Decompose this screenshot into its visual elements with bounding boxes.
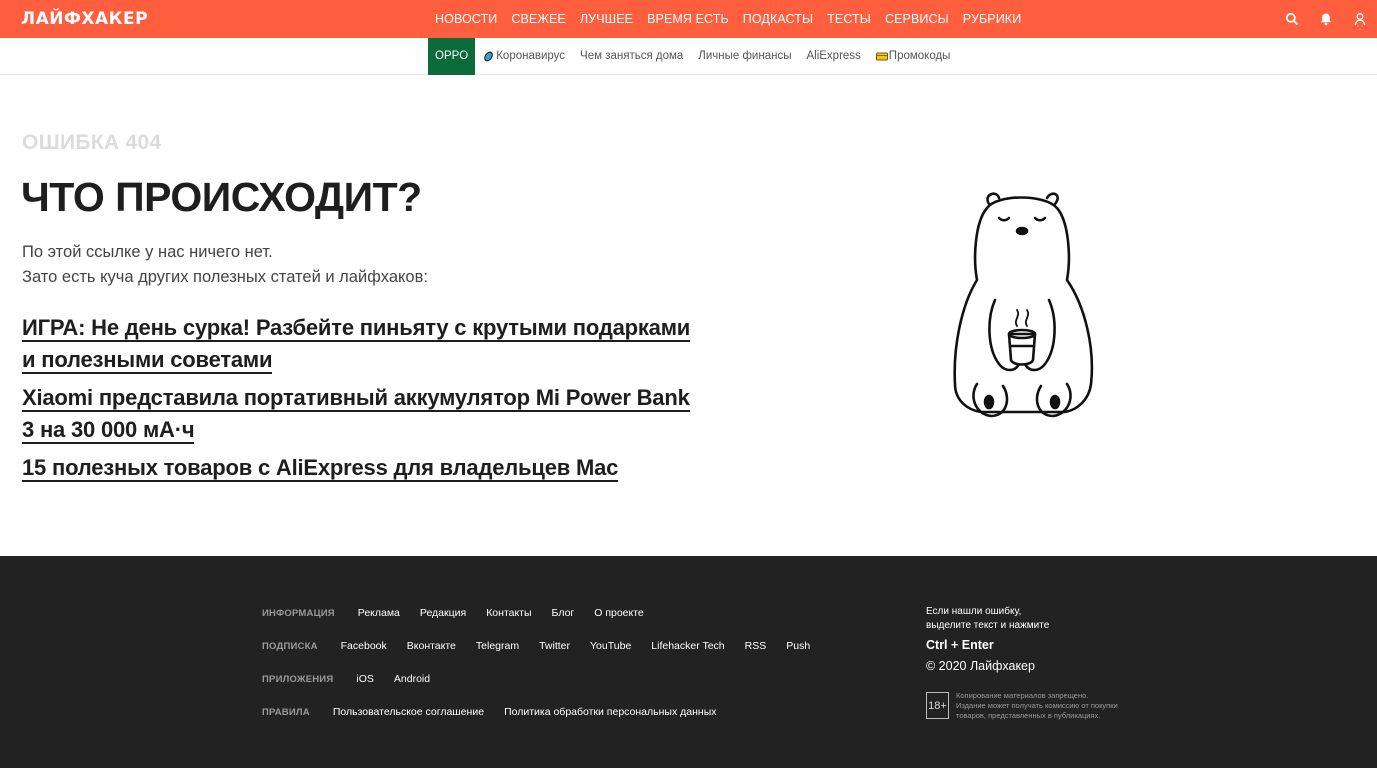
footer-row-info: ИНФОРМАЦИЯ Реклама Редакция Контакты Бло…	[262, 605, 664, 621]
main-nav: НОВОСТИ СВЕЖЕЕ ЛУЧШЕЕ ВРЕМЯ ЕСТЬ ПОДКАСТ…	[428, 0, 1035, 38]
suggested-articles: ИГРА: Не день сурка! Разбейте пиньяту с …	[22, 312, 712, 490]
intro-text: По этой ссылке у нас ничего нет. Зато ес…	[22, 240, 428, 290]
footer-row-label: ПРАВИЛА	[262, 706, 310, 718]
copyright: © 2020 Лайфхакер	[926, 659, 1035, 673]
article-link[interactable]: 15 полезных товаров с AliExpress для вла…	[22, 455, 618, 482]
footer-link[interactable]: Политика обработки персональных данных	[504, 706, 716, 718]
virus-icon	[483, 51, 494, 62]
legal-line: Копирование материалов запрещено.	[956, 691, 1089, 700]
site-logo[interactable]: ЛАЙФХАКЕР	[21, 9, 148, 29]
sub-navbar: OPPO Коронавирус Чем заняться дома Личны…	[0, 37, 1377, 75]
nav-item-services[interactable]: СЕРВИСЫ	[885, 12, 949, 26]
subnav-item-promocodes[interactable]: Промокоды	[875, 50, 951, 62]
footer-link[interactable]: RSS	[745, 640, 767, 652]
footer-row-subscribe: ПОДПИСКА Facebook Вконтакте Telegram Twi…	[262, 638, 830, 654]
footer-link[interactable]: Telegram	[476, 640, 519, 652]
subnav-item-coronavirus[interactable]: Коронавирус	[483, 50, 565, 62]
nav-item-time[interactable]: ВРЕМЯ ЕСТЬ	[647, 12, 729, 26]
header-actions	[1265, 0, 1367, 38]
footer-row-label: ИНФОРМАЦИЯ	[262, 607, 335, 619]
article-link[interactable]: ИГРА: Не день сурка! Разбейте пиньяту с …	[22, 315, 690, 374]
footer-link[interactable]: Push	[786, 640, 810, 652]
nav-item-podcasts[interactable]: ПОДКАСТЫ	[743, 12, 813, 26]
shortcut-keys: Ctrl + Enter	[926, 638, 994, 652]
footer-row-label: ПОДПИСКА	[262, 640, 318, 652]
footer-info: Если нашли ошибку, выделите текст и нажм…	[926, 605, 1136, 673]
footer-link[interactable]: Lifehacker Tech	[651, 640, 724, 652]
footer-link[interactable]: Вконтакте	[407, 640, 456, 652]
age-rating-badge: 18+	[926, 692, 949, 719]
nav-item-news[interactable]: НОВОСТИ	[435, 12, 497, 26]
footer-row-rules: ПРАВИЛА Пользовательское соглашение Поли…	[262, 704, 737, 720]
footer-row-apps: ПРИЛОЖЕНИЯ iOS Android	[262, 671, 450, 687]
error-report-tip: Если нашли ошибку,	[926, 606, 1022, 617]
footer-link[interactable]: Редакция	[420, 607, 466, 619]
error-code-label: ОШИБКА 404	[22, 131, 162, 154]
search-icon[interactable]	[1285, 12, 1299, 26]
footer-link[interactable]: YouTube	[590, 640, 631, 652]
subnav-item-label: Промокоды	[888, 50, 951, 62]
footer-link[interactable]: Реклама	[358, 607, 400, 619]
subnav-item-home[interactable]: Чем заняться дома	[580, 50, 683, 62]
nav-item-tests[interactable]: ТЕСТЫ	[827, 12, 871, 26]
footer-link[interactable]: Twitter	[539, 640, 570, 652]
footer-link[interactable]: Android	[394, 673, 430, 685]
intro-line: Зато есть куча других полезных статей и …	[22, 268, 428, 286]
footer-link[interactable]: iOS	[356, 673, 374, 685]
subnav-item-oppo[interactable]: OPPO	[428, 37, 476, 75]
legal-notice: Копирование материалов запрещено. Издани…	[956, 691, 1131, 721]
top-navbar: ЛАЙФХАКЕР НОВОСТИ СВЕЖЕЕ ЛУЧШЕЕ ВРЕМЯ ЕС…	[0, 0, 1377, 38]
nav-item-rubrics[interactable]: РУБРИКИ	[963, 12, 1022, 26]
footer-row-label: ПРИЛОЖЕНИЯ	[262, 673, 334, 685]
coupon-icon	[875, 51, 888, 62]
subnav-item-finance[interactable]: Личные финансы	[698, 50, 791, 62]
nav-item-best[interactable]: ЛУЧШЕЕ	[580, 12, 633, 26]
legal-line: товаров, представленных в публикациях.	[956, 711, 1101, 720]
footer-link[interactable]: Контакты	[486, 607, 531, 619]
subnav-item-aliexpress[interactable]: AliExpress	[806, 50, 860, 62]
user-icon[interactable]	[1353, 12, 1367, 26]
bell-icon[interactable]	[1319, 12, 1333, 26]
subnav-item-label: Коронавирус	[496, 50, 566, 62]
nav-item-fresh[interactable]: СВЕЖЕЕ	[511, 12, 566, 26]
legal-line: Издание может получать комиссию от покуп…	[956, 701, 1118, 710]
footer: ИНФОРМАЦИЯ Реклама Редакция Контакты Бло…	[0, 556, 1377, 768]
footer-link[interactable]: Блог	[552, 607, 575, 619]
page-title: ЧТО ПРОИСХОДИТ?	[21, 174, 422, 220]
error-report-tip: выделите текст и нажмите	[926, 620, 1050, 631]
footer-link[interactable]: Пользовательское соглашение	[333, 706, 484, 718]
article-link[interactable]: Xiaomi представила портативный аккумулят…	[22, 385, 690, 444]
intro-line: По этой ссылке у нас ничего нет.	[22, 243, 273, 261]
footer-link[interactable]: О проекте	[594, 607, 644, 619]
bear-with-cup-illustration	[953, 192, 1094, 418]
footer-link[interactable]: Facebook	[341, 640, 387, 652]
